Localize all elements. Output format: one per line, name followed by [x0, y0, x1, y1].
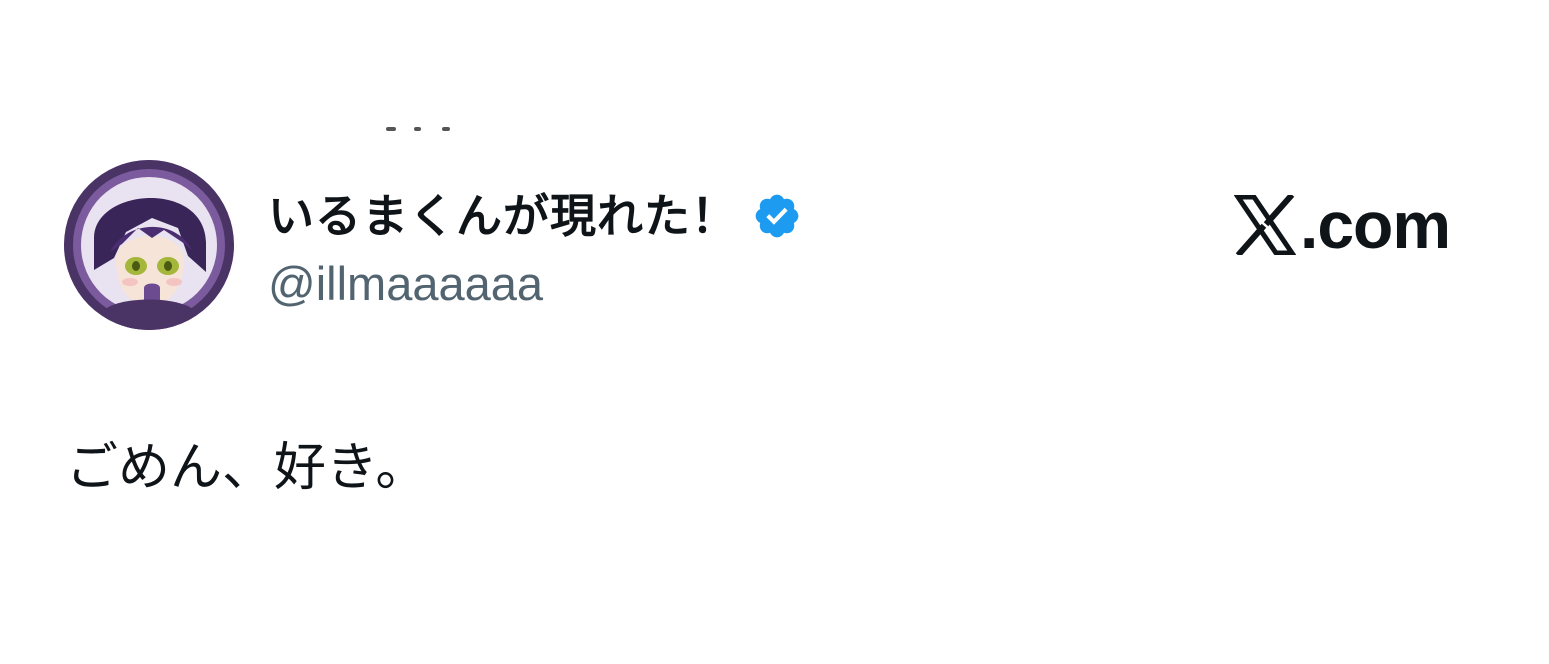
brand-suffix: .com	[1300, 188, 1451, 262]
avatar-image	[64, 160, 234, 330]
cropped-text-fragment	[386, 127, 450, 131]
tweet-text: ごめん、好き。	[66, 438, 428, 498]
display-name[interactable]: いるまくんが現れた！	[268, 193, 738, 239]
avatar[interactable]	[64, 160, 234, 330]
user-handle[interactable]: @illmaaaaaa	[268, 258, 543, 310]
x-logo-icon	[1234, 195, 1296, 255]
verified-check-icon	[752, 191, 802, 241]
brand-logo: .com	[1234, 188, 1451, 262]
name-row: いるまくんが現れた！	[268, 186, 802, 246]
